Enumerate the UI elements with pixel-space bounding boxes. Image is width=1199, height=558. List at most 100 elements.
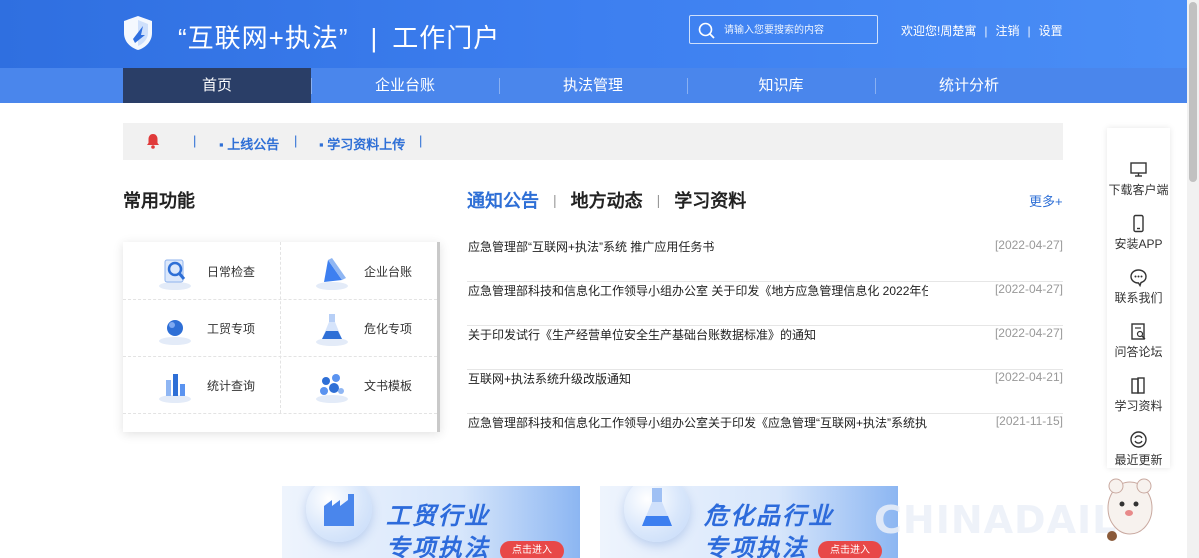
news-row[interactable]: 应急管理部科技和信息化工作领导小组办公室关于印发《应急管理“互联网+执法”系统执… xyxy=(467,414,1063,458)
tab-study-materials[interactable]: 学习资料 xyxy=(674,187,746,213)
grid-divider xyxy=(123,413,437,414)
news-tabs: 通知公告 | 地方动态 | 学习资料 xyxy=(467,187,746,211)
float-label: 最近更新 xyxy=(1114,453,1163,467)
tab-local-news[interactable]: 地方动态 xyxy=(571,187,643,213)
phone-icon xyxy=(1133,214,1144,233)
nav-item-knowledge[interactable]: 知识库 xyxy=(687,68,875,103)
news-title[interactable]: 关于印发试行《生产经营单位安全生产基础台账数据标准》的通知 xyxy=(468,326,816,343)
banner-industry-trade[interactable]: 工贸行业 专项执法 点击进入 xyxy=(282,486,580,558)
ledger-icon xyxy=(316,258,348,290)
nav-item-enforcement[interactable]: 执法管理 xyxy=(499,68,687,103)
functions-card: 日常检查 企业台账 工贸专项 危化专项 统计查询 文书模板 xyxy=(123,242,440,432)
func-label: 工贸专项 xyxy=(207,322,256,336)
flask-icon xyxy=(624,486,690,542)
notice-bar: | ▪ 上线公告 | ▪ 学习资料上传 | xyxy=(123,123,1063,160)
news-date: [2022-04-27] xyxy=(994,282,1063,296)
banner-title: 危化品行业 xyxy=(704,503,834,530)
bell-icon xyxy=(147,134,159,149)
news-title[interactable]: 互联网+执法系统升级改版通知 xyxy=(468,370,631,387)
header: “互联网+执法” | 工作门户 欢迎您!周楚寓 | 注销 | 设置 xyxy=(0,0,1187,68)
nav-item-home[interactable]: 首页 xyxy=(123,68,311,103)
portal-title: “互联网+执法” | 工作门户 xyxy=(178,18,500,55)
magnifier-doc-icon xyxy=(159,259,191,290)
func-label: 统计查询 xyxy=(207,379,256,393)
user-divider: | xyxy=(1027,24,1031,38)
float-download-client[interactable]: 下载客户端 xyxy=(1107,156,1170,210)
card-scrollbar[interactable] xyxy=(437,242,440,432)
news-title[interactable]: 应急管理部科技和信息化工作领导小组办公室关于印发《应急管理“互联网+执法”系统执… xyxy=(468,414,928,431)
functions-title: 常用功能 xyxy=(123,191,195,211)
func-daily-inspection[interactable]: 日常检查 xyxy=(123,242,280,299)
sphere-icon xyxy=(159,320,191,345)
cubes-icon xyxy=(316,374,348,403)
notice-pipe: | xyxy=(294,133,298,148)
func-hazardous-chem[interactable]: 危化专项 xyxy=(280,299,437,356)
func-label: 企业台账 xyxy=(364,265,413,279)
news-row[interactable]: 应急管理部“互联网+执法”系统 推广应用任务书 [2022-04-27] xyxy=(467,238,1063,282)
notice-link-upload[interactable]: ▪ 学习资料上传 xyxy=(319,134,405,153)
banner-hazardous-chem[interactable]: 危化品行业 专项执法 点击进入 xyxy=(600,486,898,558)
settings-link[interactable]: 设置 xyxy=(1039,24,1063,38)
user-name[interactable]: 周楚寓 xyxy=(940,24,976,38)
logout-link[interactable]: 注销 xyxy=(995,24,1019,38)
news-date: [2022-04-27] xyxy=(994,238,1063,252)
portal-subtitle: 工作门户 xyxy=(392,23,501,53)
factory-icon xyxy=(306,486,372,542)
float-toolbar: 下载客户端 安装APP 联系我们 问答论坛 学习资料 最近更新 xyxy=(1107,128,1170,468)
scrollbar-thumb[interactable] xyxy=(1189,2,1197,182)
news-title[interactable]: 应急管理部科技和信息化工作领导小组办公室 关于印发《地方应急管理信息化 2022… xyxy=(468,282,928,299)
shield-logo-icon xyxy=(124,16,152,50)
search-input[interactable] xyxy=(724,19,874,41)
welcome-text: 欢迎您! xyxy=(901,24,941,38)
news-date: [2022-04-27] xyxy=(994,326,1063,340)
float-study-materials[interactable]: 学习资料 xyxy=(1107,372,1170,426)
tab-separator: | xyxy=(553,192,557,208)
notice-pipe: | xyxy=(193,133,197,148)
enter-button[interactable]: 点击进入 xyxy=(818,541,882,558)
func-label: 日常检查 xyxy=(207,265,256,279)
notice-link-label[interactable]: 学习资料上传 xyxy=(327,137,405,152)
watermark: CHINADAILY xyxy=(874,498,1140,542)
banner-title: 工贸行业 xyxy=(386,503,490,530)
mascot-icon xyxy=(1107,478,1153,541)
refresh-icon xyxy=(1130,431,1147,448)
nav-item-enterprise-ledger[interactable]: 企业台账 xyxy=(311,68,499,103)
tab-notices[interactable]: 通知公告 xyxy=(467,187,539,213)
float-label: 联系我们 xyxy=(1114,291,1163,305)
enter-button[interactable]: 点击进入 xyxy=(500,541,564,558)
float-label: 下载客户端 xyxy=(1108,183,1169,197)
func-doc-templates[interactable]: 文书模板 xyxy=(280,356,437,413)
book-icon xyxy=(1131,377,1145,394)
float-label: 安装APP xyxy=(1114,237,1163,251)
notice-link-launch[interactable]: ▪ 上线公告 xyxy=(219,134,279,153)
func-label: 危化专项 xyxy=(364,322,413,336)
notice-pipe: | xyxy=(419,133,423,148)
notice-link-label[interactable]: 上线公告 xyxy=(227,137,279,152)
float-label: 学习资料 xyxy=(1114,399,1163,413)
search-icon[interactable] xyxy=(698,22,715,39)
banner-subtitle: 专项执法 xyxy=(386,535,490,558)
news-row[interactable]: 互联网+执法系统升级改版通知 [2022-04-21] xyxy=(467,370,1063,414)
news-row[interactable]: 应急管理部科技和信息化工作领导小组办公室 关于印发《地方应急管理信息化 2022… xyxy=(467,282,1063,326)
news-title[interactable]: 应急管理部“互联网+执法”系统 推广应用任务书 xyxy=(468,238,714,255)
flask-icon xyxy=(316,314,348,346)
func-label: 文书模板 xyxy=(364,379,413,393)
tab-separator: | xyxy=(656,192,661,208)
page-scrollbar[interactable] xyxy=(1187,0,1199,558)
bar-chart-icon xyxy=(159,374,191,403)
float-qa-forum[interactable]: 问答论坛 xyxy=(1107,318,1170,372)
float-label: 问答论坛 xyxy=(1114,345,1163,359)
more-link[interactable]: 更多+ xyxy=(1029,191,1063,210)
func-statistics-query[interactable]: 统计查询 xyxy=(123,356,280,413)
news-row[interactable]: 关于印发试行《生产经营单位安全生产基础台账数据标准》的通知 [2022-04-2… xyxy=(467,326,1063,370)
banner-subtitle: 专项执法 xyxy=(704,535,808,558)
func-enterprise-ledger[interactable]: 企业台账 xyxy=(280,242,437,299)
nav-item-statistics[interactable]: 统计分析 xyxy=(875,68,1063,103)
float-contact-us[interactable]: 联系我们 xyxy=(1107,264,1170,318)
news-date: [2022-04-21] xyxy=(994,370,1063,384)
user-area: 欢迎您!周楚寓 | 注销 | 设置 xyxy=(901,22,1063,39)
func-industry-trade[interactable]: 工贸专项 xyxy=(123,299,280,356)
float-install-app[interactable]: 安装APP xyxy=(1107,210,1170,264)
portal-title-main: “互联网+执法” xyxy=(178,23,349,53)
search-box[interactable] xyxy=(689,15,878,44)
